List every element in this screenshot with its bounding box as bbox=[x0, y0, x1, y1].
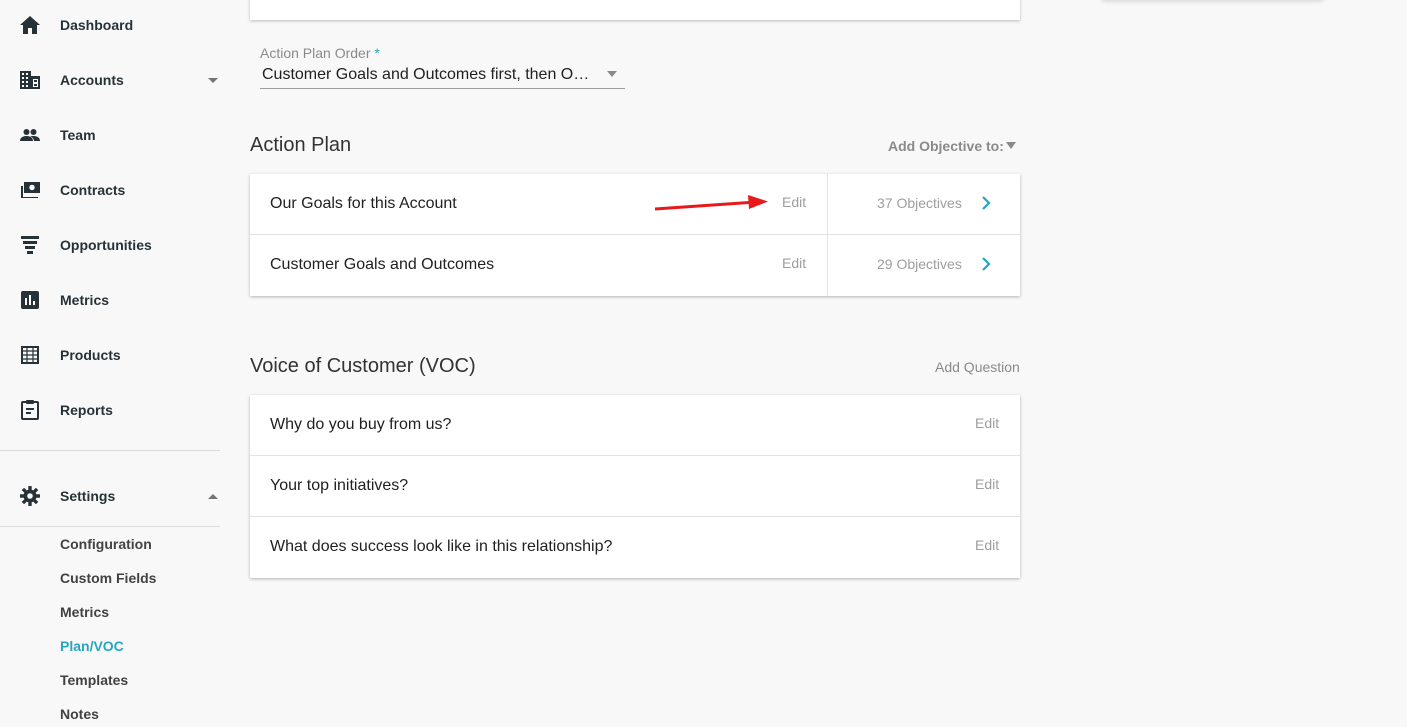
sidebar-divider bbox=[0, 526, 220, 527]
nav-team[interactable]: Team bbox=[0, 115, 220, 155]
dropdown-arrow-icon[interactable] bbox=[1006, 142, 1016, 149]
sub-item-templates[interactable]: Templates bbox=[60, 672, 128, 688]
action-plan-order-select[interactable]: Customer Goals and Outcomes first, then … bbox=[260, 62, 625, 89]
action-plan-title: Action Plan bbox=[250, 134, 352, 156]
edit-button[interactable]: Edit bbox=[975, 537, 999, 553]
nav-settings[interactable]: Settings bbox=[0, 476, 220, 516]
people-icon bbox=[19, 124, 41, 146]
add-objective-button[interactable]: Add Objective to: bbox=[888, 138, 1004, 154]
sub-item-plan-voc[interactable]: Plan/VOC bbox=[60, 638, 124, 654]
row-label: Customer Goals and Outcomes bbox=[270, 256, 495, 273]
edit-button[interactable]: Edit bbox=[975, 476, 999, 492]
row-label: Your top initiatives? bbox=[270, 477, 409, 494]
nav-contracts[interactable]: Contracts bbox=[0, 170, 220, 210]
nav-accounts[interactable]: Accounts bbox=[0, 60, 220, 100]
home-icon bbox=[19, 14, 41, 36]
nav-label: Opportunities bbox=[60, 237, 152, 253]
select-label: Action Plan Order * bbox=[260, 45, 380, 61]
row-label: Why do you buy from us? bbox=[270, 416, 452, 433]
nav-reports[interactable]: Reports bbox=[0, 390, 220, 430]
list-item[interactable]: Your top initiatives? Edit bbox=[250, 456, 1020, 517]
sidebar-divider bbox=[0, 450, 220, 451]
voc-title: Voice of Customer (VOC) bbox=[250, 355, 476, 377]
bar-chart-icon bbox=[19, 289, 41, 311]
nav-label: Team bbox=[60, 127, 96, 143]
nav-opportunities[interactable]: Opportunities bbox=[0, 225, 220, 265]
sub-item-notes[interactable]: Notes bbox=[60, 706, 99, 722]
nav-metrics[interactable]: Metrics bbox=[0, 280, 220, 320]
list-item[interactable]: Our Goals for this Account Edit 37 Objec… bbox=[250, 174, 1020, 235]
sub-item-configuration[interactable]: Configuration bbox=[60, 536, 152, 552]
add-question-button[interactable]: Add Question bbox=[935, 359, 1020, 375]
chevron-down-icon[interactable] bbox=[208, 77, 218, 83]
sub-item-custom-fields[interactable]: Custom Fields bbox=[60, 570, 156, 586]
sidebar: Dashboard Accounts Team Contracts Opport… bbox=[0, 0, 220, 727]
chevron-right-icon[interactable] bbox=[978, 195, 994, 211]
chevron-up-icon[interactable] bbox=[208, 493, 218, 499]
money-icon bbox=[19, 179, 41, 201]
objective-count: 37 Objectives bbox=[877, 195, 962, 211]
voc-card: Why do you buy from us? Edit Your top in… bbox=[250, 395, 1020, 578]
edit-button[interactable]: Edit bbox=[782, 194, 806, 210]
edit-button[interactable]: Edit bbox=[782, 255, 806, 271]
nav-products[interactable]: Products bbox=[0, 335, 220, 375]
nav-label: Reports bbox=[60, 402, 113, 418]
nav-label: Dashboard bbox=[60, 17, 134, 33]
list-item[interactable]: Why do you buy from us? Edit bbox=[250, 395, 1020, 456]
annotation-arrow-icon bbox=[654, 195, 768, 211]
select-label-text: Action Plan Order bbox=[260, 45, 371, 61]
nav-label: Products bbox=[60, 347, 121, 363]
chevron-right-icon[interactable] bbox=[978, 256, 994, 272]
gear-icon bbox=[19, 485, 41, 507]
nav-label: Contracts bbox=[60, 182, 126, 198]
action-plan-card: Our Goals for this Account Edit 37 Objec… bbox=[250, 174, 1020, 296]
funnel-icon bbox=[19, 234, 41, 256]
row-label: What does success look like in this rela… bbox=[270, 538, 613, 555]
nav-label: Metrics bbox=[60, 292, 110, 308]
dropdown-arrow-icon[interactable] bbox=[607, 71, 617, 77]
clipboard-icon bbox=[19, 399, 41, 421]
row-divider bbox=[827, 235, 828, 296]
nav-dashboard[interactable]: Dashboard bbox=[0, 5, 220, 45]
row-divider bbox=[827, 174, 828, 234]
list-item[interactable]: What does success look like in this rela… bbox=[250, 517, 1020, 578]
nav-label: Accounts bbox=[60, 72, 124, 88]
nav-label: Settings bbox=[60, 488, 116, 504]
building-icon bbox=[19, 69, 41, 91]
sub-item-metrics[interactable]: Metrics bbox=[60, 604, 109, 620]
grid-icon bbox=[19, 344, 41, 366]
previous-card bbox=[250, 0, 1020, 20]
select-value: Customer Goals and Outcomes first, then … bbox=[262, 66, 592, 83]
required-mark: * bbox=[374, 45, 380, 61]
row-label: Our Goals for this Account bbox=[270, 195, 457, 212]
objective-count: 29 Objectives bbox=[877, 256, 962, 272]
list-item[interactable]: Customer Goals and Outcomes Edit 29 Obje… bbox=[250, 235, 1020, 296]
edit-button[interactable]: Edit bbox=[975, 415, 999, 431]
